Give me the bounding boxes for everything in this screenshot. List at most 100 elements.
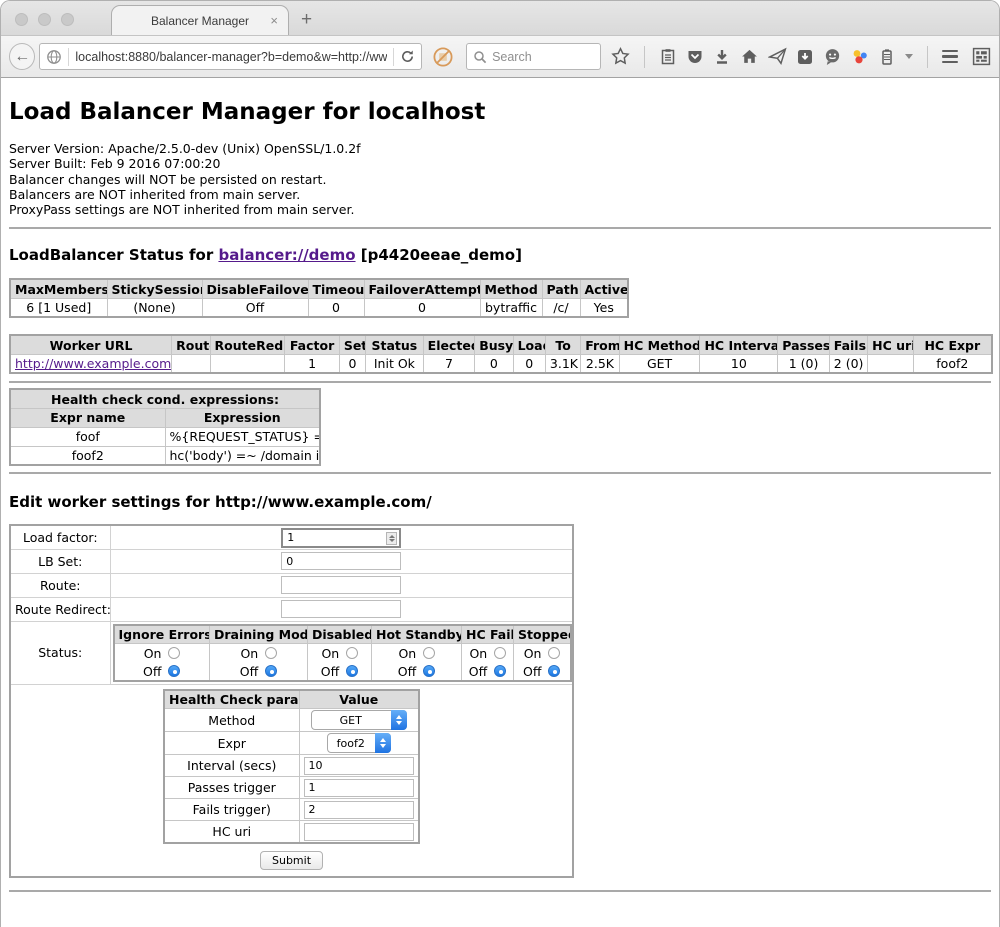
- tab-bar: Balancer Manager × +: [1, 1, 999, 35]
- url-text[interactable]: localhost:8880/balancer-manager?b=demo&w…: [75, 50, 387, 64]
- menu-icon[interactable]: [942, 50, 958, 64]
- radio-draining-mode-off[interactable]: [265, 665, 277, 677]
- status-heading-suffix: [p4420eeae_demo]: [356, 246, 522, 264]
- hc-interval-input[interactable]: [304, 757, 414, 775]
- search-icon: [473, 50, 487, 64]
- balancer-demo-link[interactable]: balancer://demo: [218, 246, 355, 264]
- back-button[interactable]: ←: [9, 43, 35, 70]
- hc-uri-input[interactable]: [304, 823, 414, 841]
- radio-hc-fail-on[interactable]: [494, 647, 506, 659]
- page-title: Load Balancer Manager for localhost: [9, 78, 991, 125]
- battery-icon[interactable]: [878, 48, 896, 66]
- server-built-line: Server Built: Feb 9 2016 07:00:20: [9, 156, 991, 171]
- form-row: LB Set:: [10, 549, 573, 573]
- radio-hc-fail-off[interactable]: [494, 665, 506, 677]
- column-header: HC uri: [868, 335, 913, 354]
- radio-hot-standby-on[interactable]: [423, 647, 435, 659]
- radio-ignore-errors-off[interactable]: [168, 665, 180, 677]
- column-header: StickySession: [107, 279, 202, 298]
- radio-disabled-on[interactable]: [346, 647, 358, 659]
- colored-dots-icon[interactable]: [851, 48, 869, 66]
- server-info: Server Version: Apache/2.5.0-dev (Unix) …: [9, 141, 991, 217]
- hc-method-select[interactable]: GET: [311, 710, 407, 730]
- column-header: Worker URL: [10, 335, 172, 354]
- divider: [9, 890, 991, 892]
- divider: [9, 227, 991, 229]
- load-factor-label: Load factor:: [10, 525, 110, 549]
- form-row: Method GET: [164, 709, 419, 732]
- column-header: Stopped: [514, 625, 571, 644]
- hc-passes-label: Passes trigger: [164, 777, 299, 799]
- load-factor-input[interactable]: [281, 528, 401, 548]
- new-tab-button[interactable]: +: [301, 9, 312, 31]
- submit-button[interactable]: Submit: [260, 851, 323, 870]
- reload-icon[interactable]: [400, 49, 415, 64]
- column-header: Set: [339, 335, 365, 354]
- status-label: Status:: [10, 621, 110, 684]
- inherit-note-line: Balancers are NOT inherited from main se…: [9, 187, 991, 202]
- off-label: Off: [523, 664, 541, 679]
- radio-stopped-on[interactable]: [548, 647, 560, 659]
- chevron-down-icon[interactable]: [905, 54, 913, 59]
- hc-passes-input[interactable]: [304, 779, 414, 797]
- reading-list-icon[interactable]: [659, 48, 677, 66]
- hc-expr-value: foof2: [913, 354, 992, 373]
- edit-worker-heading: Edit worker settings for http://www.exam…: [9, 493, 991, 511]
- column-header: Value: [299, 690, 419, 709]
- tab-close-icon[interactable]: ×: [270, 13, 278, 28]
- timeout-value: 0: [308, 298, 364, 317]
- worker-url-link[interactable]: http://www.example.com/: [15, 356, 172, 371]
- column-header: Method: [480, 279, 542, 298]
- chat-icon[interactable]: [823, 47, 842, 66]
- radio-hot-standby-off[interactable]: [423, 665, 435, 677]
- content-block-icon[interactable]: [432, 46, 454, 68]
- download-box-icon[interactable]: [796, 48, 814, 66]
- column-header: Ignore Errors: [114, 625, 210, 644]
- bookmark-star-icon[interactable]: [611, 47, 630, 66]
- radio-ignore-errors-on[interactable]: [168, 647, 180, 659]
- globe-icon: [46, 49, 62, 65]
- search-input[interactable]: [492, 50, 594, 64]
- send-icon[interactable]: [768, 47, 787, 66]
- on-label: On: [398, 646, 416, 661]
- toolbar-separator: [644, 46, 645, 68]
- hc-fails-input[interactable]: [304, 801, 414, 819]
- radio-draining-mode-on[interactable]: [265, 647, 277, 659]
- grid-icon[interactable]: [972, 47, 991, 66]
- hc-expr-select[interactable]: foof2: [327, 733, 391, 753]
- column-header: HC Fail: [462, 625, 514, 644]
- column-header: To: [545, 335, 580, 354]
- number-stepper-icon[interactable]: [386, 532, 397, 545]
- load-value: 0: [513, 354, 545, 373]
- window-zoom-button[interactable]: [61, 13, 74, 26]
- window-minimize-button[interactable]: [38, 13, 51, 26]
- window-close-button[interactable]: [15, 13, 28, 26]
- divider: [9, 381, 991, 383]
- home-icon[interactable]: [740, 47, 759, 66]
- radio-disabled-off[interactable]: [346, 665, 358, 677]
- pocket-icon[interactable]: [686, 48, 704, 66]
- busy-value: 0: [475, 354, 513, 373]
- off-label: Off: [469, 664, 487, 679]
- hc-fails-label: Fails trigger): [164, 799, 299, 821]
- toolbar-icons: [611, 46, 991, 68]
- hc-method-label: Method: [164, 709, 299, 732]
- lb-set-input[interactable]: [281, 552, 401, 570]
- hc-method-selected-value: GET: [312, 714, 390, 727]
- method-value: bytraffic: [480, 298, 542, 317]
- hc-interval-label: Interval (secs): [164, 755, 299, 777]
- edit-worker-form: Load factor: LB Set: Route: Route Redire…: [9, 524, 574, 878]
- route-redirect-input[interactable]: [281, 600, 401, 618]
- hc-expr-selected-value: foof2: [328, 737, 374, 750]
- route-input[interactable]: [281, 576, 401, 594]
- form-row: Passes trigger: [164, 777, 419, 799]
- form-row: Expr foof2: [164, 732, 419, 755]
- downloads-icon[interactable]: [713, 48, 731, 66]
- radio-stopped-off[interactable]: [548, 665, 560, 677]
- url-bar[interactable]: localhost:8880/balancer-manager?b=demo&w…: [39, 43, 422, 70]
- tab-balancer-manager[interactable]: Balancer Manager ×: [111, 5, 289, 35]
- proxypass-note-line: ProxyPass settings are NOT inherited fro…: [9, 202, 991, 217]
- table-row: foof2 hc('body') =~ /domain is establish…: [10, 446, 320, 465]
- window-controls: [15, 13, 74, 26]
- search-box[interactable]: [466, 43, 601, 70]
